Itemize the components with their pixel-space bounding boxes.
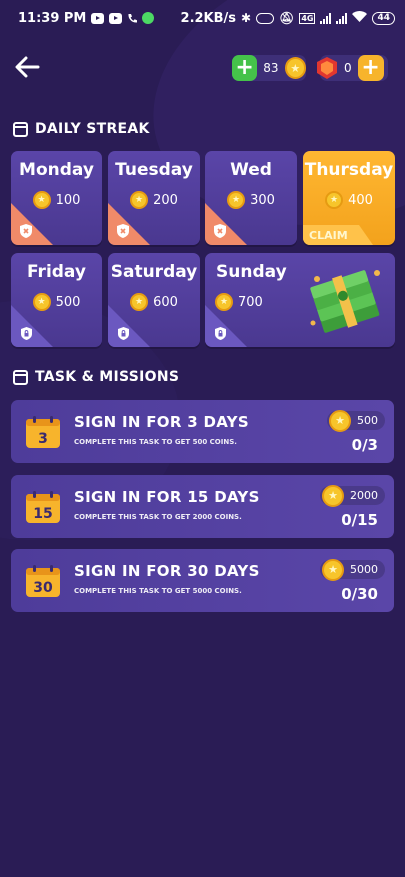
tasks-title: TASK & MISSIONS [35,369,180,385]
day-reward-value: 100 [55,192,81,208]
gem-balance-pill: 0 + [317,55,388,81]
signal-icon [336,12,348,24]
status-time: 11:39 PM [18,10,87,26]
add-gems-button[interactable]: + [357,55,384,81]
calendar-badge-icon: 15 [26,491,60,523]
calendar-badge-icon: 30 [26,565,60,597]
task-card[interactable]: 30 SIGN IN FOR 30 DAYS COMPLETE THIS TAS… [11,549,394,612]
cash-stack-icon [310,270,380,333]
lock-icon [118,327,129,340]
day-card-wed[interactable]: Wed ★ 300 [205,151,297,245]
lock-icon [215,327,226,340]
task-reward-value: 500 [357,414,378,427]
battery-indicator: 44 [372,11,395,25]
day-card-friday[interactable]: Friday ★ 500 [11,253,102,347]
task-badge-number: 30 [33,580,53,596]
calendar-icon [13,121,28,137]
missed-shield-icon [214,224,226,238]
wifi-icon [352,10,368,26]
day-reward-value: 500 [55,294,81,310]
calendar-badge-icon: 3 [26,416,60,448]
daily-streak-title: DAILY STREAK [35,121,150,137]
daily-streak-heading: DAILY STREAK [13,121,150,137]
gem-icon [317,57,337,79]
back-button[interactable] [14,56,40,78]
missed-shield-icon [117,224,129,238]
task-description: COMPLETE THIS TASK TO GET 2000 COINS. [74,513,242,521]
day-name: Thursday [304,160,394,180]
task-title: SIGN IN FOR 15 DAYS [74,488,260,506]
coin-balance: 83 [263,61,279,75]
phone-icon [127,13,138,24]
day-name: Monday [19,160,94,180]
task-reward: ★ 5000 [320,558,385,581]
coin-icon: ★ [322,558,344,581]
missed-shield-icon [20,224,32,238]
status-bar: 11:39 PM 2.2KB/s ✱ 🔕︎ 4G 44 [0,0,405,36]
calendar-icon [13,369,28,385]
day-name: Tuesday [115,160,193,180]
task-progress: 0/30 [341,585,378,603]
task-reward: ★ 2000 [320,484,385,507]
mute-bell-icon: 🔕︎ [279,11,295,25]
coin-icon: ★ [322,484,344,507]
tasks-heading: TASK & MISSIONS [13,369,179,385]
network-speed: 2.2KB/s [180,10,237,26]
day-card-tuesday[interactable]: Tuesday ★ 200 [108,151,200,245]
volte-icon: 4G [299,12,316,24]
task-reward: ★ 500 [327,409,385,432]
signal-icon [320,12,332,24]
coin-icon: ★ [284,57,306,79]
day-name: Saturday [110,262,198,282]
day-name: Wed [230,160,272,180]
lock-icon [21,327,32,340]
youtube-icon [109,12,123,24]
day-reward-value: 600 [153,294,178,310]
day-reward-value: 300 [250,192,275,208]
task-title: SIGN IN FOR 3 DAYS [74,413,249,431]
task-badge-number: 15 [33,506,52,522]
youtube-icon [91,12,105,24]
day-card-monday[interactable]: Monday ★ 100 [11,151,102,245]
arrow-left-icon [15,56,40,78]
task-badge-number: 3 [38,431,48,447]
day-reward: ★ 400 [303,191,395,209]
add-coins-button[interactable]: + [232,55,258,81]
task-reward-value: 2000 [350,489,378,502]
claim-button[interactable]: CLAIM [309,229,348,242]
day-name: Friday [27,262,86,282]
coin-icon: ★ [329,409,351,432]
task-description: COMPLETE THIS TASK TO GET 5000 COINS. [74,587,242,595]
task-description: COMPLETE THIS TASK TO GET 500 COINS. [74,438,237,446]
coin-balance-pill: + 83 ★ [232,55,306,81]
gem-balance: 0 [344,61,352,75]
day-card-sunday[interactable]: Sunday ★ 700 [205,253,395,347]
task-title: SIGN IN FOR 30 DAYS [74,562,260,580]
task-progress: 0/3 [351,436,378,454]
bluetooth-icon: ✱ [241,11,252,25]
day-card-saturday[interactable]: Saturday ★ 600 [108,253,200,347]
task-progress: 0/15 [341,511,378,529]
task-card[interactable]: 15 SIGN IN FOR 15 DAYS COMPLETE THIS TAS… [11,475,394,538]
day-card-thursday[interactable]: Thursday ★ 400 CLAIM [303,151,395,245]
day-reward-value: 200 [153,192,178,208]
task-reward-value: 5000 [350,563,378,576]
toggle-icon [256,12,275,24]
task-card[interactable]: 3 SIGN IN FOR 3 DAYS COMPLETE THIS TASK … [11,400,394,463]
coin-icon: ★ [325,191,344,209]
day-reward-value: 400 [348,192,373,208]
whatsapp-icon [142,12,155,24]
